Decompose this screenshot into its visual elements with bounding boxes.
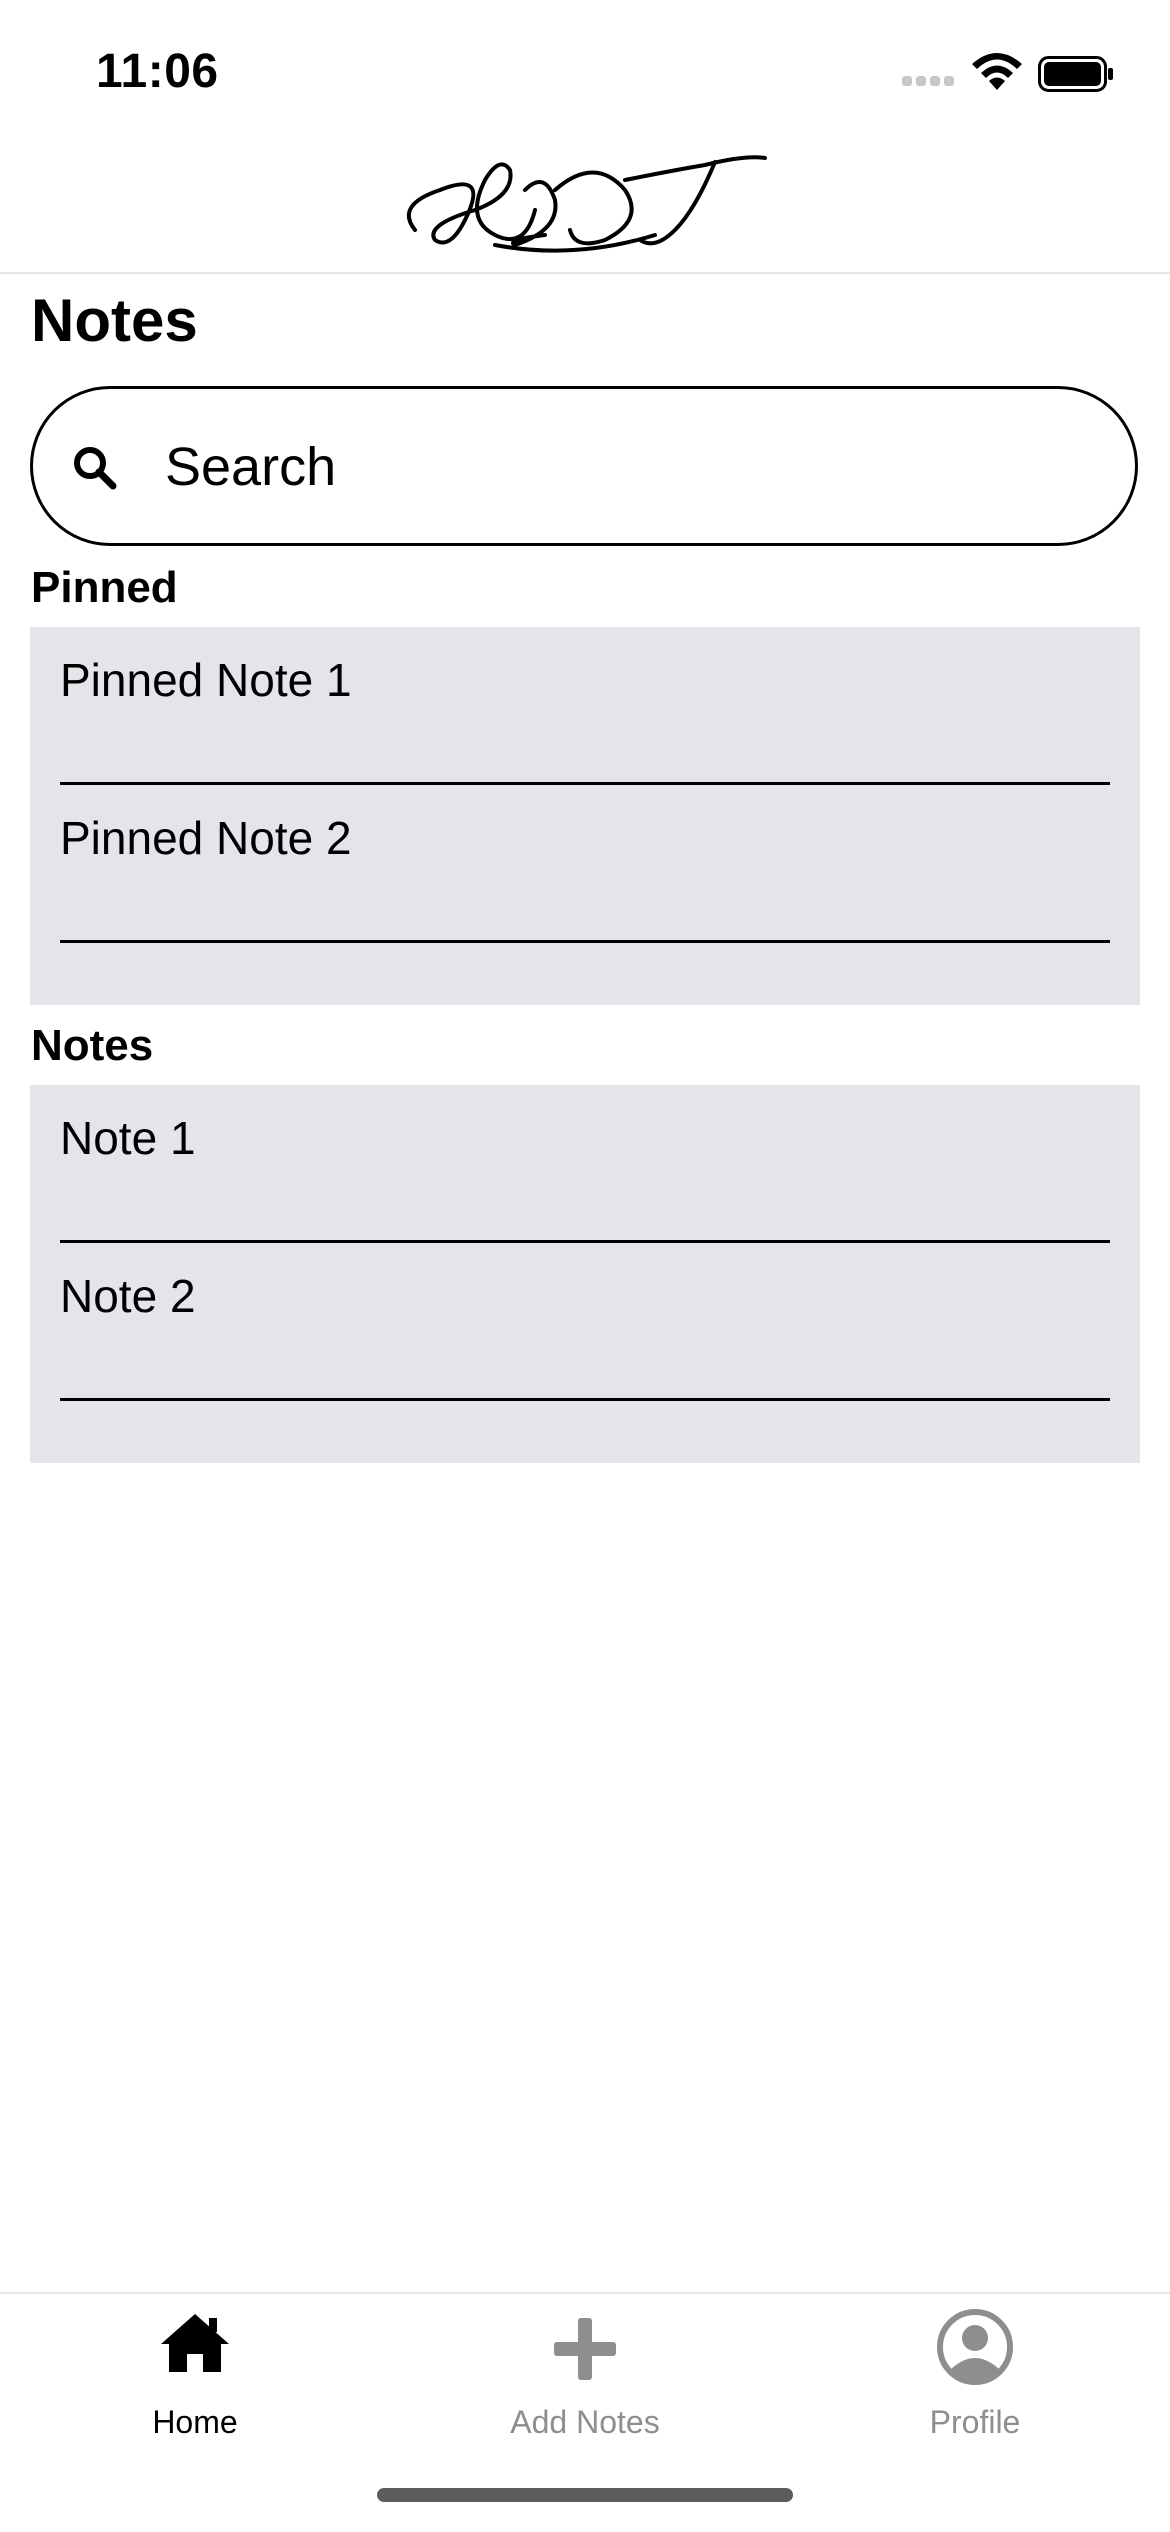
search-input[interactable] [163,419,1103,515]
notes-section-label: Notes [31,1021,154,1070]
pinned-note-item[interactable]: Pinned Note 1 [60,627,1110,785]
home-indicator [377,2488,793,2502]
signal-dots-icon [902,74,954,93]
note-title: Pinned Note 1 [60,654,352,706]
profile-icon [936,2308,1014,2391]
app-header [0,140,1170,274]
note-item[interactable]: Note 2 [60,1243,1110,1401]
tab-label: Profile [929,2404,1021,2440]
note-title: Note 1 [60,1112,196,1164]
signature-logo [395,150,775,270]
battery-icon [1038,56,1114,97]
search-bar[interactable] [30,386,1138,546]
note-title: Note 2 [60,1270,196,1322]
tab-profile[interactable]: Profile [780,2294,1170,2464]
pinned-notes-list: Pinned Note 1 Pinned Note 2 [30,627,1140,1005]
page-title: Notes [31,287,198,354]
tab-add-notes[interactable]: Add Notes [390,2294,780,2464]
plus-icon [554,2318,616,2385]
tab-label: Home [152,2404,238,2440]
wifi-icon [970,52,1024,97]
home-icon [159,2312,231,2379]
pinned-note-item[interactable]: Pinned Note 2 [60,785,1110,943]
status-time: 11:06 [96,45,219,98]
pinned-section-label: Pinned [31,563,178,612]
tab-label: Add Notes [510,2404,660,2440]
tab-home[interactable]: Home [0,2294,390,2464]
notes-list: Note 1 Note 2 [30,1085,1140,1463]
status-bar: 11:06 [0,0,1170,140]
search-icon [71,444,121,499]
note-item[interactable]: Note 1 [60,1085,1110,1243]
note-title: Pinned Note 2 [60,812,352,864]
